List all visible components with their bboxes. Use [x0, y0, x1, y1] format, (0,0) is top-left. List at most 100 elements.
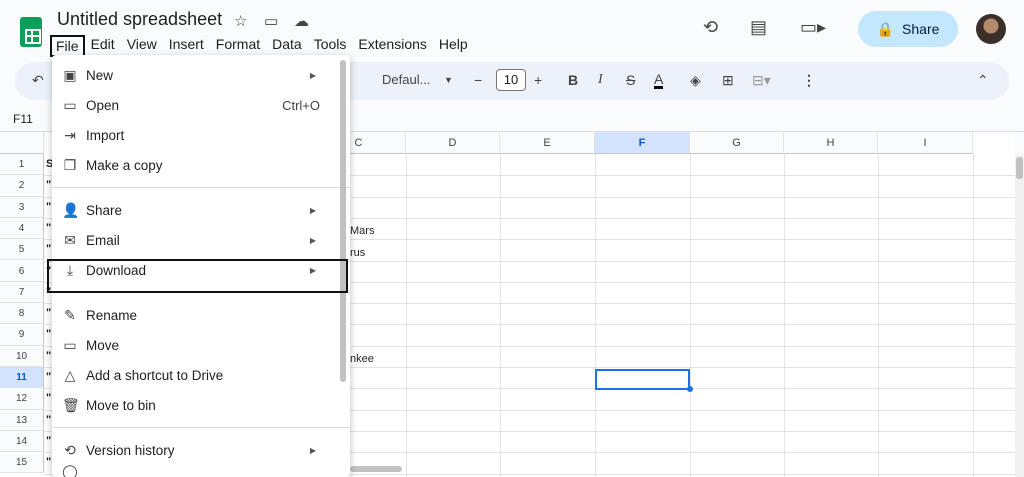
menu-item-offline[interactable]: ◯ [52, 465, 342, 477]
sheets-logo[interactable] [20, 17, 42, 47]
more-options-icon[interactable]: ⋮ [802, 72, 816, 89]
cell-a8[interactable]: " [46, 307, 51, 319]
vertical-scrollbar[interactable] [1015, 155, 1024, 477]
menu-help[interactable]: Help [433, 35, 474, 57]
row-header-4[interactable]: 4 [0, 217, 44, 240]
menu-data[interactable]: Data [266, 35, 308, 57]
comments-icon[interactable]: ▤ [750, 17, 767, 38]
column-gridline [784, 154, 785, 477]
row-header-10[interactable]: 10 [0, 345, 44, 367]
share-label: Share [902, 21, 940, 37]
italic-button[interactable]: I [598, 72, 603, 88]
cell-a14[interactable]: " [46, 435, 51, 447]
menu-item-open[interactable]: ▭ Open Ctrl+O [52, 90, 342, 120]
menu-view[interactable]: View [121, 35, 163, 57]
menu-item-make-copy[interactable]: ❐ Make a copy [52, 150, 342, 180]
menu-scrollbar[interactable] [340, 60, 346, 382]
row-header-5[interactable]: 5 [0, 239, 44, 261]
fill-color-icon[interactable]: ◈ [690, 72, 701, 89]
menu-format[interactable]: Format [210, 35, 266, 57]
rename-icon: ✎ [64, 306, 76, 323]
row-header-3[interactable]: 3 [0, 196, 44, 218]
chevron-down-icon[interactable]: ▼ [444, 75, 453, 85]
increase-font-icon[interactable]: + [534, 72, 542, 88]
row-header-13[interactable]: 13 [0, 409, 44, 431]
menu-tools[interactable]: Tools [308, 35, 353, 57]
meet-icon[interactable]: ▭▸ [800, 17, 826, 38]
menu-item-new[interactable]: ▣ New ▶ [52, 60, 342, 90]
fill-handle[interactable] [687, 386, 693, 392]
person-add-icon: 👤 [62, 201, 80, 218]
share-button[interactable]: 🔒 Share [858, 11, 958, 47]
borders-icon[interactable]: ⊞ [722, 72, 734, 89]
name-box[interactable]: F11 [13, 112, 33, 126]
history-icon[interactable]: ⟲ [703, 17, 718, 38]
column-header-f[interactable]: F [595, 132, 690, 154]
column-header-i[interactable]: I [878, 132, 973, 154]
cell-c10[interactable]: nkee [350, 353, 374, 365]
row-header-12[interactable]: 12 [0, 388, 44, 410]
menu-file[interactable]: File [50, 35, 85, 57]
row-header-7[interactable]: 7 [0, 281, 44, 304]
bold-button[interactable]: B [568, 72, 578, 88]
column-gridline [973, 154, 974, 477]
horizontal-scroll-thumb[interactable] [350, 466, 402, 472]
cell-a12[interactable]: " [46, 392, 51, 404]
cell-a2[interactable]: " [46, 179, 51, 191]
cell-a9[interactable]: " [46, 328, 51, 340]
menu-item-share[interactable]: 👤 Share ▶ [52, 195, 342, 225]
menu-item-move[interactable]: ▭ Move [52, 330, 342, 360]
selected-cell-f11[interactable] [595, 369, 690, 390]
collapse-toolbar-icon[interactable]: ⌃ [977, 72, 989, 89]
text-color-button[interactable]: A [654, 72, 664, 89]
row-header-2[interactable]: 2 [0, 175, 44, 197]
cell-a13[interactable]: " [46, 414, 51, 426]
row-header-1[interactable]: 1 [0, 154, 44, 176]
row-header-15[interactable]: 15 [0, 452, 44, 474]
cell-c4[interactable]: Mars [350, 225, 374, 237]
cloud-status-icon[interactable]: ☁ [294, 12, 309, 30]
row-header-14[interactable]: 14 [0, 430, 44, 453]
menu-extensions[interactable]: Extensions [352, 35, 432, 57]
cell-a4[interactable]: " [46, 222, 51, 234]
column-header-e[interactable]: E [500, 132, 595, 154]
menu-edit[interactable]: Edit [85, 35, 121, 57]
vertical-scroll-thumb[interactable] [1016, 157, 1023, 179]
menu-item-move-to-bin[interactable]: 🗑 Move to bin [52, 390, 342, 420]
menu-item-version-history[interactable]: ⟲ Version history ▶ [52, 435, 342, 465]
avatar[interactable] [976, 14, 1006, 44]
column-header-h[interactable]: H [784, 132, 878, 154]
decrease-font-icon[interactable]: − [474, 72, 482, 88]
menu-insert[interactable]: Insert [163, 35, 210, 57]
select-all-corner[interactable] [0, 132, 44, 154]
menu-item-import[interactable]: ⇥ Import [52, 120, 342, 150]
font-family-select[interactable]: Defaul... [382, 72, 430, 87]
star-icon[interactable]: ☆ [234, 12, 247, 30]
move-folder-icon[interactable]: ▭ [264, 12, 278, 30]
row-header-8[interactable]: 8 [0, 303, 44, 325]
cell-a3[interactable]: " [46, 201, 51, 213]
column-header-g[interactable]: G [690, 132, 784, 154]
font-size-input[interactable]: 10 [496, 69, 526, 91]
row-header-11[interactable]: 11 [0, 367, 44, 389]
cell-a15[interactable]: " [46, 456, 51, 468]
import-icon: ⇥ [64, 126, 76, 143]
column-header-d[interactable]: D [406, 132, 500, 154]
cell-a5[interactable]: " [46, 243, 51, 255]
open-shortcut: Ctrl+O [282, 97, 320, 113]
document-title[interactable]: Untitled spreadsheet [57, 9, 222, 30]
undo-icon[interactable]: ↶ [32, 72, 44, 89]
cell-a10[interactable]: " [46, 350, 51, 362]
column-gridline [878, 154, 879, 477]
row-header-9[interactable]: 9 [0, 324, 44, 346]
column-gridline [500, 154, 501, 477]
menu-item-rename[interactable]: ✎ Rename [52, 300, 342, 330]
menu-item-add-shortcut[interactable]: △ Add a shortcut to Drive [52, 360, 342, 390]
cell-a11[interactable]: " [46, 371, 51, 383]
cell-c5[interactable]: rus [350, 247, 365, 259]
lock-icon: 🔒 [876, 20, 895, 37]
row-header-6[interactable]: 6 [0, 260, 44, 282]
strikethrough-button[interactable]: S [626, 72, 635, 88]
menu-item-email[interactable]: ✉ Email ▶ [52, 225, 342, 255]
merge-cells-icon[interactable]: ⊟▾ [752, 72, 771, 89]
